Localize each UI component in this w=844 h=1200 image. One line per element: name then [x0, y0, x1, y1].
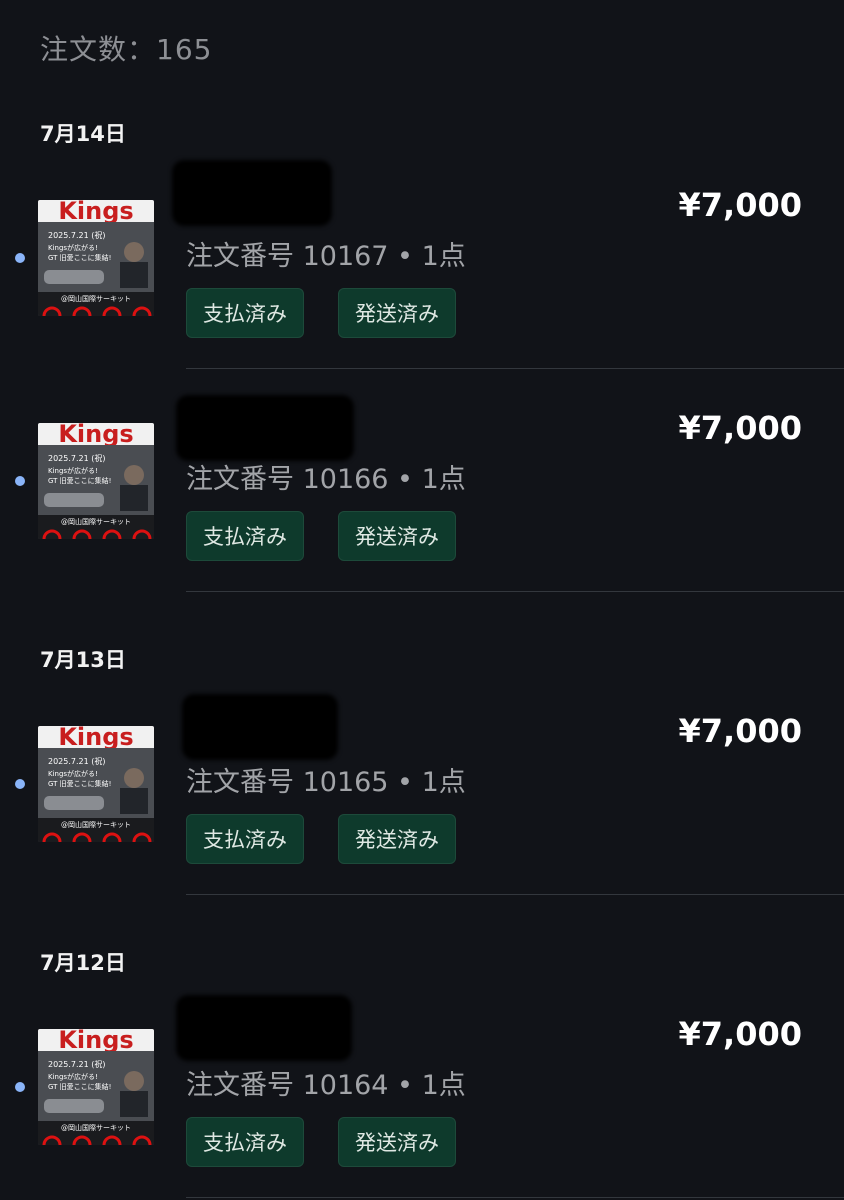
- payment-status-badge: 支払済み: [186, 511, 304, 561]
- payment-status-badge: 支払済み: [186, 814, 304, 864]
- product-thumbnail: Kings 2025.7.21 (祝) Kingsが広がる! GT 旧愛ここに集…: [38, 423, 154, 539]
- order-row[interactable]: Kings 2025.7.21 (祝) Kingsが広がる! GT 旧愛ここに集…: [0, 989, 844, 1189]
- order-count: 注文数：165: [40, 33, 213, 66]
- order-row[interactable]: Kings 2025.7.21 (祝) Kingsが広がる! GT 旧愛ここに集…: [0, 383, 844, 583]
- thumb-date: 2025.7.21 (祝): [48, 230, 106, 240]
- customer-name-redacted: [172, 160, 332, 226]
- shipping-status-badge: 発送済み: [338, 814, 456, 864]
- thumb-line1: Kingsが広がる!: [48, 243, 98, 252]
- thumb-line2: GT 旧愛ここに集結!: [48, 253, 111, 262]
- product-thumbnail: Kings 2025.7.21 (祝) Kingsが広がる! GT 旧愛ここに集…: [38, 726, 154, 842]
- shipping-status-badge: 発送済み: [338, 1117, 456, 1167]
- thumb-line1: Kingsが広がる!: [48, 1072, 98, 1081]
- order-number: 注文番号 10164 • 1点: [186, 1070, 466, 1101]
- thumb-venue: @岡山国際サーキット: [61, 820, 131, 829]
- thumb-title: Kings: [58, 200, 133, 225]
- order-row[interactable]: Kings 2025.7.21 (祝) Kingsが広がる! GT 旧愛ここに集…: [0, 686, 844, 886]
- thumb-title: Kings: [58, 726, 133, 751]
- thumb-date: 2025.7.21 (祝): [48, 756, 106, 766]
- thumb-date: 2025.7.21 (祝): [48, 1059, 106, 1069]
- unread-dot: [15, 253, 25, 263]
- thumb-venue: @岡山国際サーキット: [61, 517, 131, 526]
- thumb-line1: Kingsが広がる!: [48, 466, 98, 475]
- payment-status-badge: 支払済み: [186, 1117, 304, 1167]
- thumb-venue: @岡山国際サーキット: [61, 294, 131, 303]
- customer-name-redacted: [182, 694, 338, 760]
- divider: [186, 894, 844, 895]
- product-thumbnail: Kings 2025.7.21 (祝) Kingsが広がる! GT 旧愛ここに集…: [38, 1029, 154, 1145]
- customer-name-redacted: [176, 995, 352, 1061]
- thumb-line1: Kingsが広がる!: [48, 769, 98, 778]
- thumb-venue: @岡山国際サーキット: [61, 1123, 131, 1132]
- thumb-title: Kings: [58, 1029, 133, 1054]
- thumb-line2: GT 旧愛ここに集結!: [48, 1082, 111, 1091]
- product-thumbnail: Kings 2025.7.21 (祝) Kingsが広がる! GT 旧愛ここに集…: [38, 200, 154, 316]
- order-price: ¥7,000: [678, 409, 802, 447]
- shipping-status-badge: 発送済み: [338, 511, 456, 561]
- order-row[interactable]: Kings 2025.7.21 (祝) Kingsが広がる! GT 旧愛ここに集…: [0, 160, 844, 360]
- order-price: ¥7,000: [678, 712, 802, 750]
- unread-dot: [15, 779, 25, 789]
- order-price: ¥7,000: [678, 1015, 802, 1053]
- thumb-title: Kings: [58, 423, 133, 448]
- date-header: 7月13日: [40, 648, 126, 672]
- unread-dot: [15, 476, 25, 486]
- thumb-date: 2025.7.21 (祝): [48, 453, 106, 463]
- order-number: 注文番号 10166 • 1点: [186, 464, 466, 495]
- divider: [186, 368, 844, 369]
- unread-dot: [15, 1082, 25, 1092]
- payment-status-badge: 支払済み: [186, 288, 304, 338]
- shipping-status-badge: 発送済み: [338, 288, 456, 338]
- order-number: 注文番号 10165 • 1点: [186, 767, 466, 798]
- divider: [186, 591, 844, 592]
- date-header: 7月12日: [40, 951, 126, 975]
- order-number: 注文番号 10167 • 1点: [186, 241, 466, 272]
- order-price: ¥7,000: [678, 186, 802, 224]
- thumb-line2: GT 旧愛ここに集結!: [48, 476, 111, 485]
- date-header: 7月14日: [40, 122, 126, 146]
- thumb-line2: GT 旧愛ここに集結!: [48, 779, 111, 788]
- customer-name-redacted: [176, 395, 354, 461]
- divider: [186, 1197, 844, 1198]
